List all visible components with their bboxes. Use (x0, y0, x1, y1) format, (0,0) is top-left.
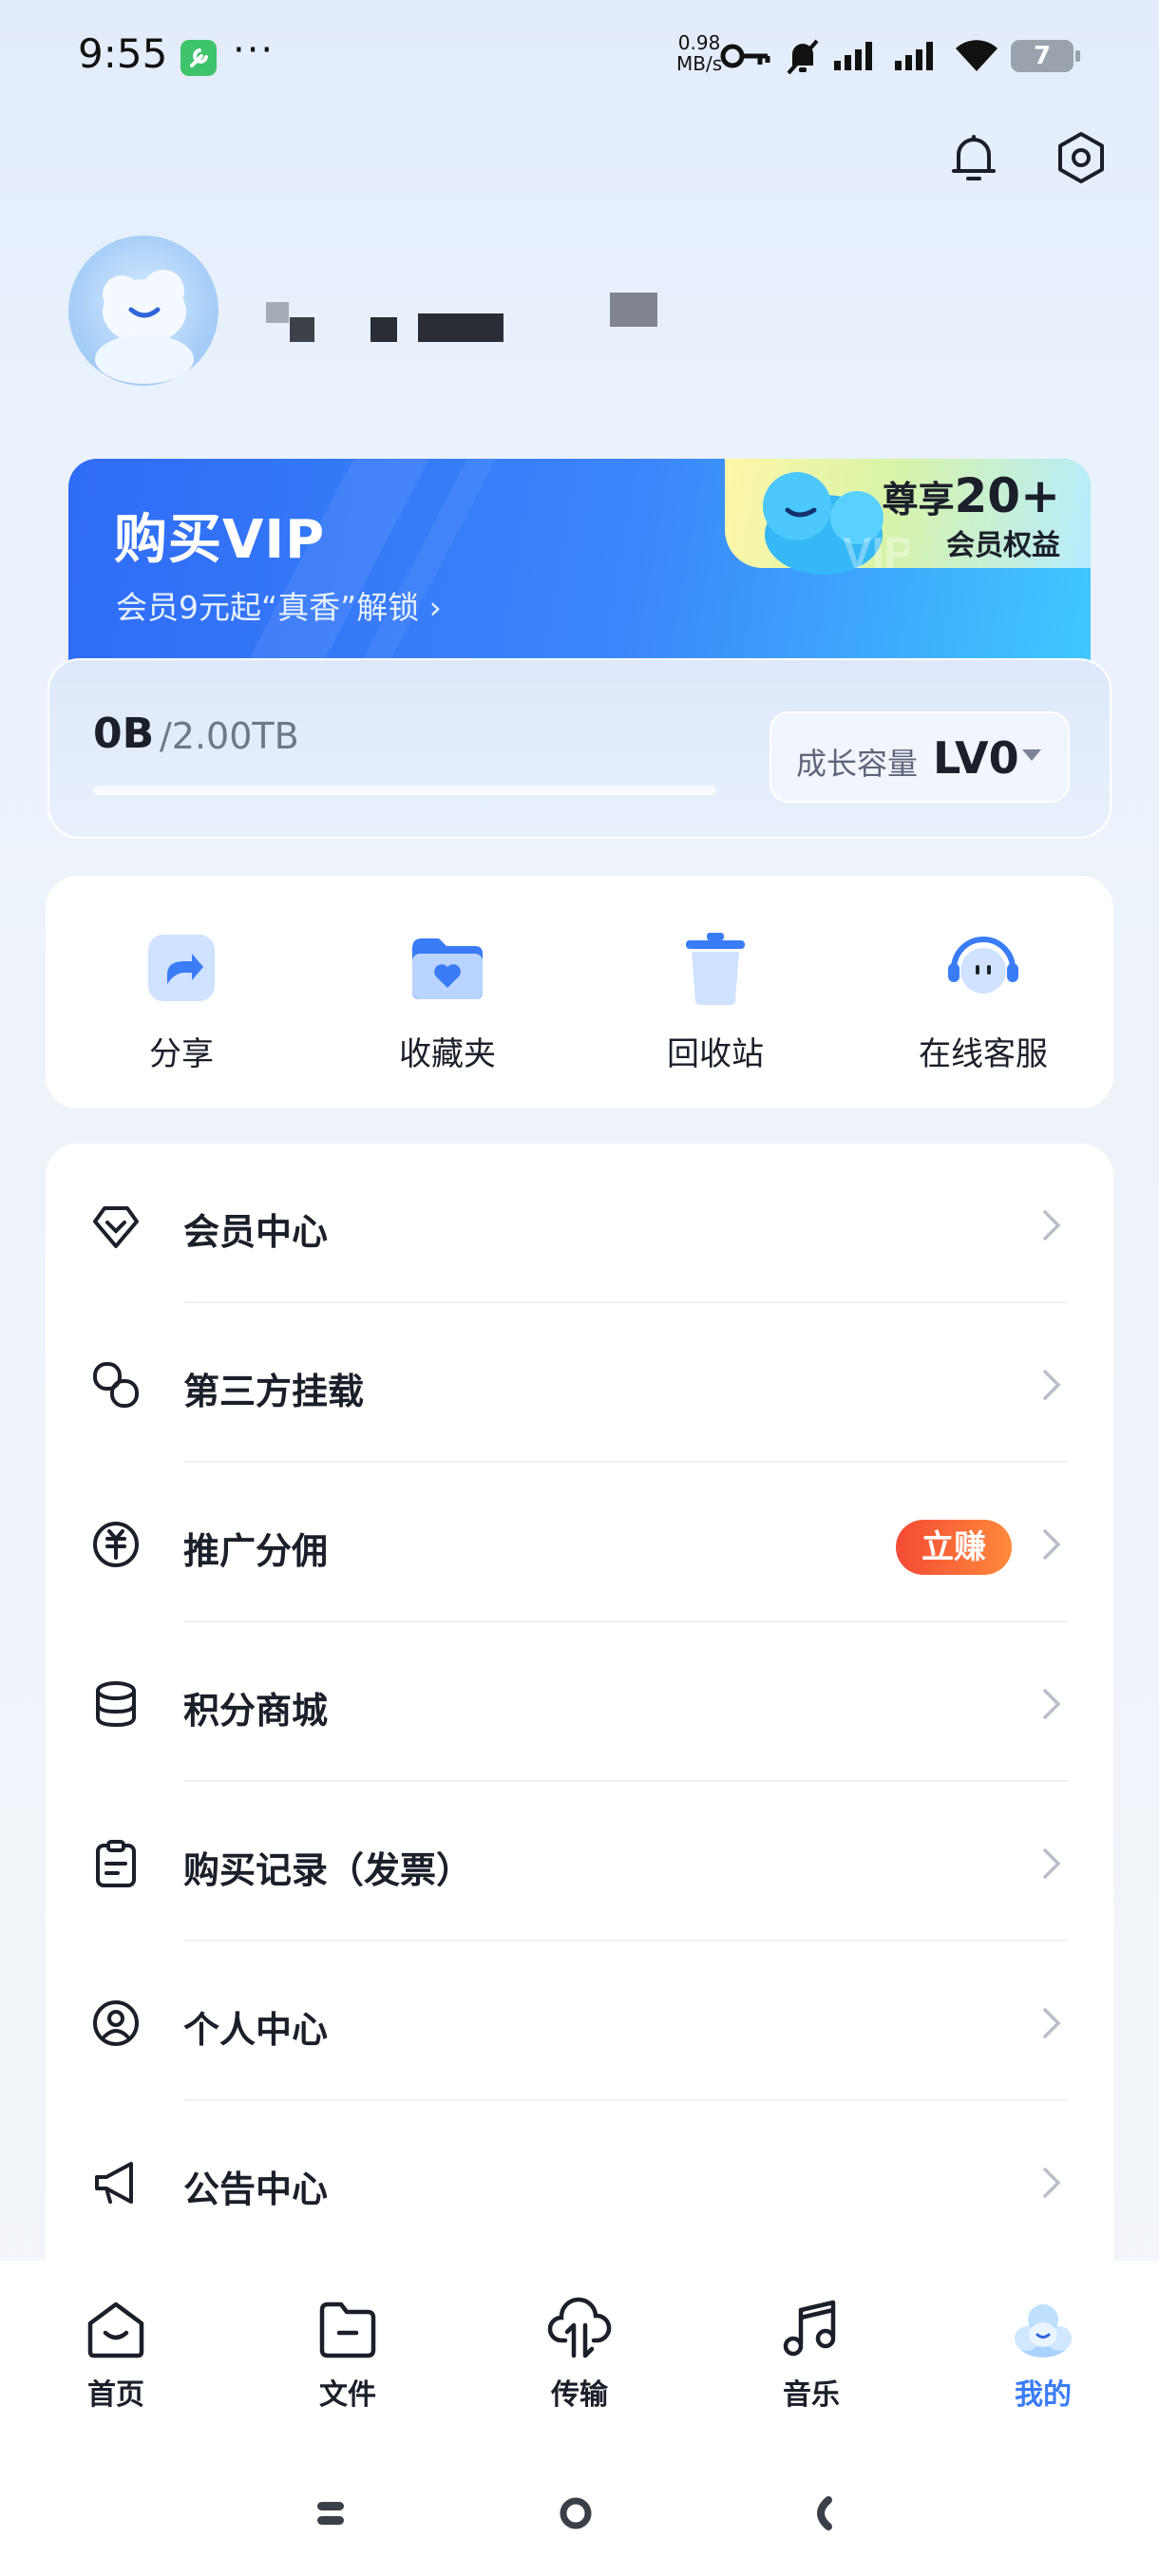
link-icon (93, 1362, 139, 1408)
menu-item-member-center[interactable]: 会员中心 (46, 1144, 1113, 1303)
menu-item-purchase-records[interactable]: 购买记录（发票） (46, 1782, 1113, 1941)
music-icon (783, 2300, 836, 2357)
cloud-mascot-avatar-icon (95, 270, 194, 384)
nav-label: 首页 (87, 2378, 144, 2412)
storage-progress-bar (93, 786, 716, 795)
recycle-bin-icon (686, 933, 745, 1005)
quick-action-customer-service[interactable]: 在线客服 (864, 925, 1102, 1074)
bell-icon (952, 135, 996, 180)
menu-item-label: 第三方挂载 (183, 1371, 365, 1412)
chevron-right-icon (1043, 1529, 1061, 1560)
clipboard-icon (96, 1840, 136, 1887)
status-bar: 9:55 ··· 0.98 MB/s 7 (0, 0, 1159, 114)
nav-label: 文件 (319, 2378, 376, 2412)
storage-card[interactable]: 0B /2.00TB 成长容量 LV0 (48, 658, 1112, 839)
menu-item-promotion-commission[interactable]: 推广分佣 立赚 (46, 1463, 1113, 1622)
quick-actions-card: 分享 收藏夹 回收站 在线客服 (46, 876, 1113, 1108)
nav-label: 传输 (551, 2378, 608, 2412)
vip-mascot-icon: VIP (763, 472, 909, 578)
notification-bell-button[interactable] (945, 129, 1002, 186)
status-icons: 7 (720, 34, 1080, 78)
growth-level-value: LV0 (933, 732, 1019, 784)
menu-item-announcements[interactable]: 公告中心 (46, 2101, 1113, 2261)
profile-mascot-icon (1015, 2304, 1072, 2358)
network-speed-value: 0.98 (677, 31, 721, 54)
bottom-navigation: 首页 文件 传输 音乐 我的 (0, 2261, 1159, 2451)
settings-button[interactable] (1053, 129, 1110, 186)
menu-item-label: 个人中心 (183, 2009, 329, 2051)
menu-item-label: 会员中心 (183, 1211, 329, 1253)
chevron-right-icon (1043, 1848, 1061, 1879)
nav-music[interactable]: 音乐 (745, 2295, 878, 2413)
wrench-app-icon (180, 40, 217, 76)
chevron-right-icon (1043, 2008, 1061, 2038)
username-redacted (238, 285, 674, 380)
status-more-dots: ··· (233, 28, 276, 72)
growth-level-dropdown[interactable]: 成长容量 LV0 (770, 711, 1070, 803)
chevron-right-icon (1043, 1370, 1061, 1400)
key-icon (720, 44, 770, 68)
nav-home[interactable]: 首页 (49, 2295, 182, 2413)
chevron-right-icon (1043, 2168, 1061, 2198)
share-icon (148, 935, 215, 1001)
perk-number: 20+ (954, 468, 1060, 523)
avatar[interactable] (68, 236, 218, 386)
quick-action-recycle-bin[interactable]: 回收站 (597, 925, 834, 1074)
favorites-folder-icon (412, 938, 483, 999)
home-button-icon[interactable] (557, 2494, 595, 2532)
user-circle-icon (93, 2000, 139, 2046)
network-speed-unit: MB/s (676, 52, 723, 75)
status-time: 9:55 (78, 30, 168, 77)
earn-now-badge[interactable]: 立赚 (896, 1520, 1012, 1575)
chevron-right-icon (1043, 1689, 1061, 1719)
diamond-icon (93, 1206, 139, 1248)
quick-action-share[interactable]: 分享 (63, 925, 300, 1074)
menu-item-label: 购买记录（发票） (183, 1849, 473, 1891)
network-speed: 0.98 MB/s (676, 32, 722, 74)
nav-files[interactable]: 文件 (281, 2295, 414, 2413)
coin-icon (93, 1522, 139, 1567)
menu-item-label: 推广分佣 (183, 1530, 329, 1572)
mute-bell-icon (787, 39, 819, 75)
caret-down-icon (1022, 749, 1041, 761)
menu-item-third-party-mount[interactable]: 第三方挂载 (46, 1303, 1113, 1463)
signal-icon-2 (895, 42, 933, 70)
vip-subtitle-link[interactable]: 会员9元起“真香”解锁 › (116, 582, 442, 628)
nav-label: 音乐 (783, 2378, 840, 2412)
system-navigation-bar (0, 2451, 1159, 2576)
recents-button-icon[interactable] (312, 2494, 350, 2532)
menu-item-points-mall[interactable]: 积分商城 (46, 1622, 1113, 1782)
settings-icon (1058, 132, 1104, 183)
megaphone-icon (95, 2162, 133, 2204)
nav-label: 我的 (1015, 2378, 1072, 2412)
quick-action-label: 在线客服 (919, 1035, 1048, 1073)
quick-action-label: 收藏夹 (399, 1035, 496, 1073)
menu-item-label: 积分商城 (183, 1690, 329, 1732)
vip-watermark: VIP (843, 528, 909, 578)
storage-used: 0B (93, 710, 155, 758)
growth-level-label: 成长容量 (796, 746, 919, 782)
signal-icon-1 (834, 42, 872, 70)
customer-service-icon (948, 937, 1018, 994)
menu-list: 会员中心 第三方挂载 推广分佣 立赚 积分商城 购买记录（发票） 个人中心 公告… (46, 1144, 1113, 2264)
vip-title: 购买VIP (114, 509, 326, 571)
cloud-transfer-icon (547, 2297, 612, 2358)
quick-action-label: 分享 (149, 1035, 214, 1073)
back-button-icon[interactable] (804, 2494, 842, 2532)
menu-item-label: 公告中心 (183, 2169, 329, 2210)
battery-indicator: 7 (1011, 40, 1080, 72)
nav-profile[interactable]: 我的 (977, 2295, 1110, 2413)
home-icon (87, 2301, 144, 2358)
menu-item-personal-center[interactable]: 个人中心 (46, 1941, 1113, 2101)
vip-purchase-banner[interactable]: 购买VIP 会员9元起“真香”解锁 › 尊享20+ 会员权益 VIP (68, 459, 1091, 677)
wifi-icon (956, 40, 998, 71)
perk-label: 会员权益 (946, 529, 1060, 562)
quick-action-label: 回收站 (667, 1035, 764, 1073)
chevron-right-icon (1043, 1210, 1061, 1241)
quick-action-favorites[interactable]: 收藏夹 (329, 925, 566, 1074)
database-icon (96, 1681, 136, 1728)
storage-total: /2.00TB (160, 715, 299, 757)
nav-transfer[interactable]: 传输 (513, 2295, 646, 2413)
folder-icon (319, 2301, 376, 2358)
